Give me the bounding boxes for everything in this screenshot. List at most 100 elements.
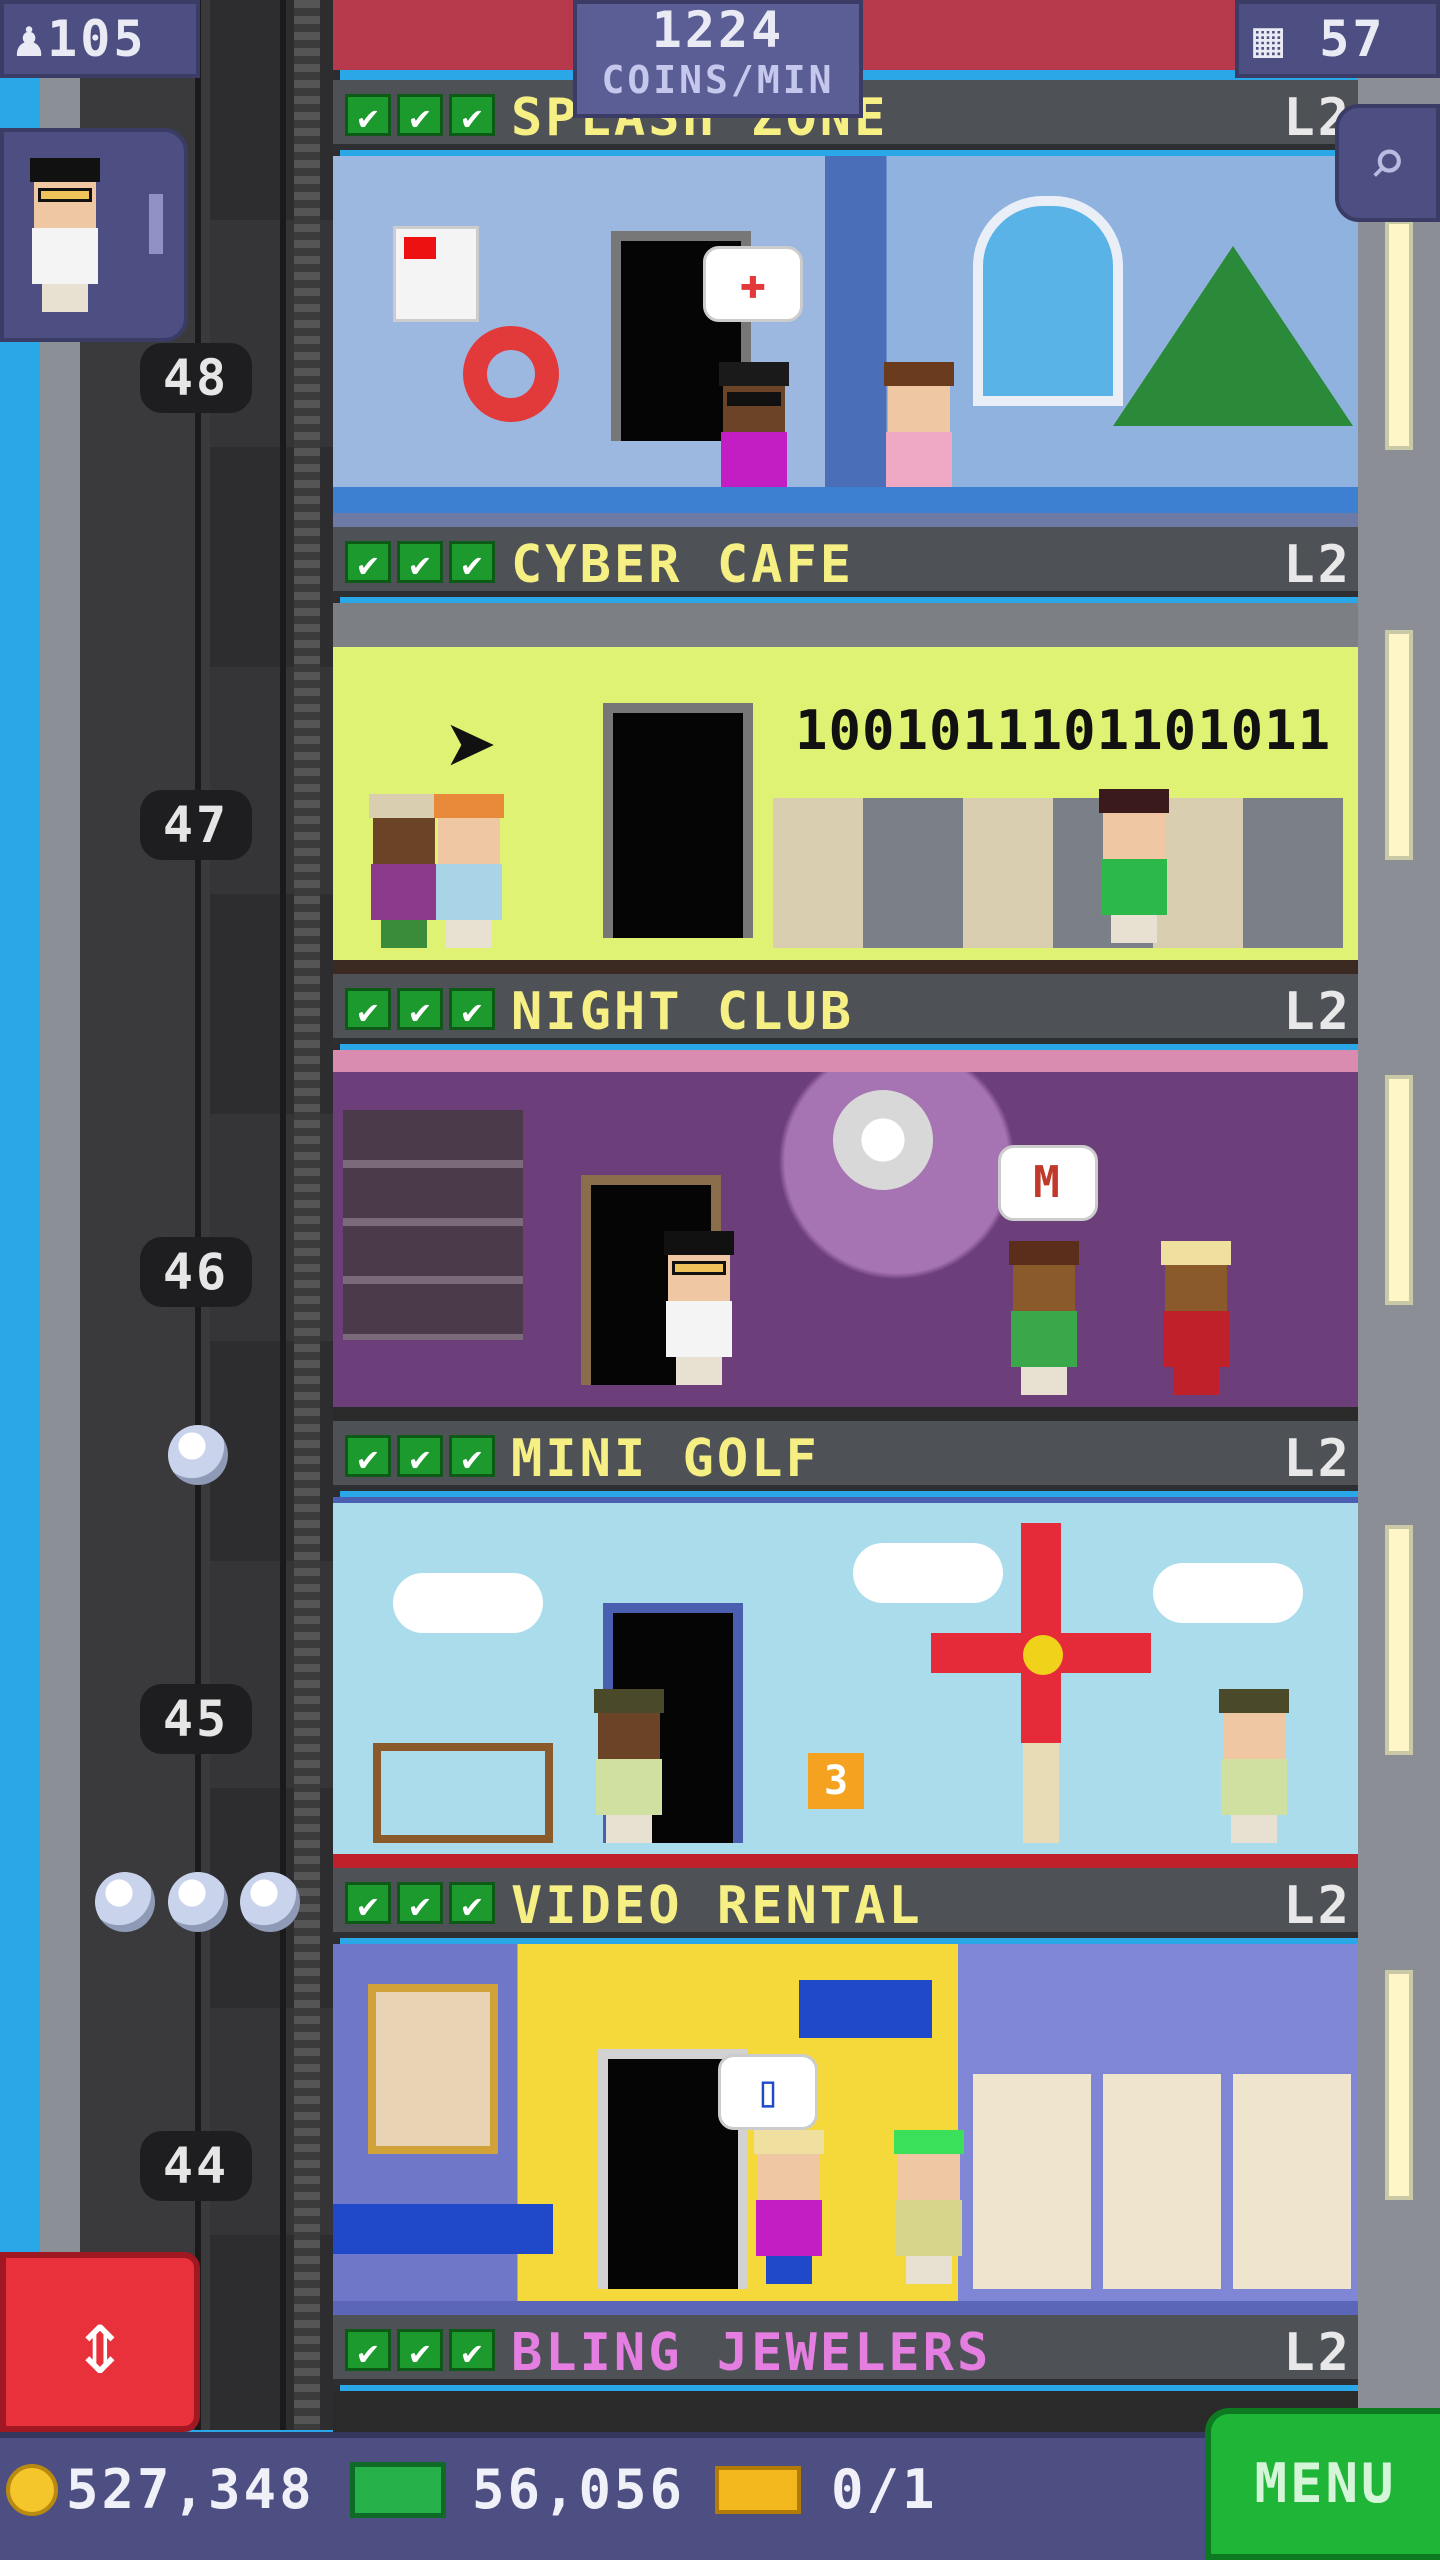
bitizen[interactable] [588, 1689, 668, 1843]
floor-level: L2 [1283, 1876, 1352, 1936]
floor-splash-zone[interactable]: ✔ ✔ ✔ SPLASH ZONE L2 ✚ [333, 80, 1358, 527]
search-icon[interactable]: ⌕ [1335, 104, 1440, 222]
check-icon: ✔ [345, 541, 391, 585]
floor-number-48: 48 [140, 343, 252, 413]
star-icon [95, 1872, 155, 1932]
check-icon: ✔ [345, 988, 391, 1032]
floor-mini-golf[interactable]: ✔ ✔ ✔ MINI GOLF L2 3 [333, 1421, 1358, 1868]
lifebuoy-bubble-icon: ✚ [703, 246, 803, 322]
check-icon: ✔ [397, 2329, 443, 2373]
ceiling [333, 603, 1358, 647]
room-floor [333, 2301, 1358, 2315]
room-door [603, 703, 753, 938]
floor-name: BLING JEWELERS [511, 2323, 992, 2383]
floor-header: ✔ ✔ ✔ BLING JEWELERS L2 [333, 2315, 1358, 2385]
check-icon: ✔ [449, 1882, 495, 1926]
club-rack [373, 1743, 553, 1843]
floor-name: MINI GOLF [511, 1429, 820, 1489]
tower-left-wall [40, 0, 80, 2430]
room-video-rental: ▯ [333, 1944, 1358, 2315]
bitizen[interactable] [1003, 1241, 1083, 1395]
video-shelves [973, 2074, 1353, 2289]
check-icon: ✔ [397, 94, 443, 138]
tickets-display[interactable]: 0/1 [715, 2458, 938, 2521]
check-icon: ✔ [397, 1435, 443, 1479]
floor-cyber-cafe[interactable]: ✔ ✔ ✔ CYBER CAFE L2 ➤ 1001011101101011 [333, 527, 1358, 974]
check-icon: ✔ [397, 541, 443, 585]
window-light [1385, 1970, 1413, 2200]
floor-counter[interactable]: ▦ 57 [1235, 0, 1440, 78]
bitizen[interactable] [748, 2130, 828, 2284]
floor-header: ✔ ✔ ✔ NIGHT CLUB L2 [333, 974, 1358, 1044]
bitizen[interactable] [428, 794, 508, 948]
lifebuoy-icon [463, 326, 559, 422]
window-light [1385, 1075, 1413, 1305]
floor-header: ✔ ✔ ✔ CYBER CAFE L2 [333, 527, 1358, 597]
windmill-blades [1021, 1523, 1061, 1743]
check-icon: ✔ [397, 988, 443, 1032]
bux-value: 56,056 [472, 2458, 686, 2521]
floor-header: ✔ ✔ ✔ MINI GOLF L2 [333, 1421, 1358, 1491]
floor-number-46: 46 [140, 1237, 252, 1307]
stock-checks: ✔ ✔ ✔ [345, 1882, 495, 1926]
ticket-icon [715, 2465, 801, 2514]
check-icon: ✔ [449, 541, 495, 585]
disco-ball-icon [833, 1090, 933, 1190]
bar-shelves [343, 1110, 523, 1340]
window [973, 196, 1123, 406]
neon-strip [333, 1050, 1358, 1072]
check-icon: ✔ [449, 2329, 495, 2373]
check-icon: ✔ [345, 94, 391, 138]
floor-level: L2 [1283, 535, 1352, 595]
bux-icon [350, 2461, 446, 2518]
population-counter[interactable]: ♟105 [0, 0, 200, 78]
star-icon [168, 1872, 228, 1932]
bitizen-player[interactable] [658, 1231, 738, 1385]
vip-bitizen-button[interactable] [0, 128, 188, 342]
floor-video-rental[interactable]: ✔ ✔ ✔ VIDEO RENTAL L2 ▯ [333, 1868, 1358, 2315]
population-value: 105 [47, 10, 147, 68]
coins-value: 527,348 [66, 2458, 315, 2521]
building-icon: ▦ [1253, 10, 1287, 68]
bitizen[interactable] [888, 2130, 968, 2284]
bitizen[interactable] [1093, 789, 1173, 943]
room-floor [333, 1854, 1358, 1868]
floor-number-44: 44 [140, 2131, 252, 2201]
coins-per-min-value: 1224 [651, 1, 785, 59]
bitizen[interactable] [1155, 1241, 1235, 1395]
exclamation-icon [149, 194, 163, 254]
room-splash-zone: ✚ [333, 156, 1358, 527]
floor-name: NIGHT CLUB [511, 982, 855, 1042]
palm-trees [1113, 246, 1353, 426]
check-icon: ✔ [397, 1882, 443, 1926]
menu-button[interactable]: MENU [1205, 2408, 1440, 2560]
room-floor [333, 960, 1358, 974]
coins-per-min-label: COINS/MIN [601, 58, 835, 102]
floor-bling-jewelers[interactable]: ✔ ✔ ✔ BLING JEWELERS L2 [333, 2315, 1358, 2432]
check-icon: ✔ [449, 94, 495, 138]
star-icon [168, 1425, 228, 1485]
cloud [1153, 1563, 1303, 1623]
counter [333, 2204, 553, 2254]
bux-display[interactable]: 56,056 [350, 2458, 685, 2521]
video-bubble-icon: ▯ [718, 2054, 818, 2130]
stock-checks: ✔ ✔ ✔ [345, 988, 495, 1032]
sign-board [793, 1974, 938, 2044]
floor-level: L2 [1283, 1429, 1352, 1489]
bitizen[interactable] [1213, 1689, 1293, 1843]
elevator-button[interactable]: ⇕ [0, 2252, 200, 2432]
floor-count-value: 57 [1319, 10, 1386, 68]
coins-display[interactable]: 527,348 [6, 2458, 315, 2521]
floor-number-45: 45 [140, 1684, 252, 1754]
pool-water [333, 487, 1358, 513]
stock-checks: ✔ ✔ ✔ [345, 541, 495, 585]
window-light [1385, 630, 1413, 860]
check-icon: ✔ [449, 988, 495, 1032]
floor-level: L2 [1283, 982, 1352, 1042]
computer-desks [773, 798, 1343, 948]
cloud [393, 1573, 543, 1633]
floor-night-club[interactable]: ✔ ✔ ✔ NIGHT CLUB L2 M [333, 974, 1358, 1421]
bubble-icon: M [998, 1145, 1098, 1221]
stock-checks: ✔ ✔ ✔ [345, 94, 495, 138]
check-icon: ✔ [345, 1435, 391, 1479]
